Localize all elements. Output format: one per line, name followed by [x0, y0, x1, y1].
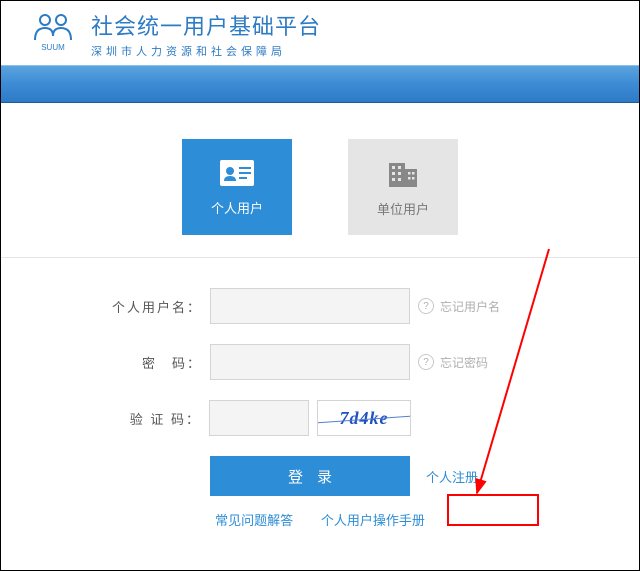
page-header: SUUM 社会统一用户基础平台 深圳市人力资源和社会保障局: [1, 1, 639, 65]
page-subtitle: 深圳市人力资源和社会保障局: [91, 43, 321, 59]
tab-personal-user[interactable]: 个人用户: [182, 139, 292, 235]
faq-link[interactable]: 常见问题解答: [215, 513, 293, 528]
question-icon: ?: [418, 354, 434, 370]
personal-register-link[interactable]: 个人注册: [418, 467, 528, 486]
logo-sub-text: SUUM: [41, 43, 65, 52]
captcha-image[interactable]: 7d4ke: [317, 400, 411, 436]
login-form: 个人用户名： ? 忘记用户名 密 码： ? 忘记密码 验 证 码： 7d4ke …: [1, 258, 639, 529]
manual-link[interactable]: 个人用户操作手册: [321, 513, 425, 528]
id-card-icon: [218, 158, 256, 188]
logo-icon: SUUM: [29, 10, 77, 59]
captcha-input[interactable]: [209, 400, 309, 436]
user-type-tabs: 个人用户 单位用户: [1, 103, 639, 258]
nav-bar: [1, 65, 639, 103]
page-title: 社会统一用户基础平台: [91, 9, 321, 41]
tab-org-label: 单位用户: [377, 199, 429, 218]
forgot-username-link[interactable]: ? 忘记用户名: [418, 298, 528, 315]
tab-personal-label: 个人用户: [211, 198, 263, 217]
username-label: 个人用户名：: [112, 297, 202, 316]
captcha-label: 验 证 码：: [111, 409, 201, 428]
forgot-password-link[interactable]: ? 忘记密码: [418, 354, 528, 371]
password-input[interactable]: [210, 344, 410, 380]
tab-org-user[interactable]: 单位用户: [348, 139, 458, 235]
building-icon: [385, 157, 421, 189]
footer-links: 常见问题解答 个人用户操作手册: [1, 510, 639, 529]
login-button[interactable]: 登录: [210, 456, 410, 496]
password-label: 密 码：: [112, 353, 202, 372]
username-input[interactable]: [210, 288, 410, 324]
question-icon: ?: [418, 298, 434, 314]
